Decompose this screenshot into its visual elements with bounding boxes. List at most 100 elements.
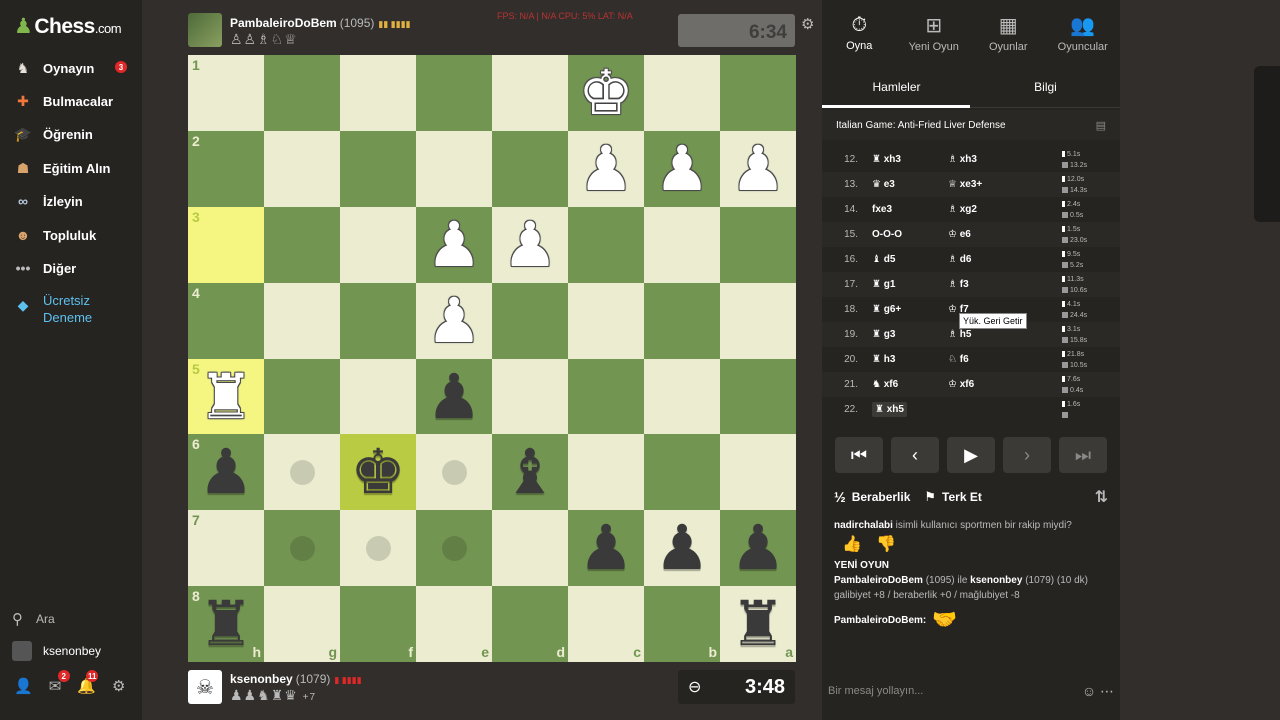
chess-board[interactable]: 1 ♚ 2 ♟ ♟ ♟ 3 ♟ ♟ 4 ♟ 5 ♜ ♟ 6 ♟ ♚ ♝ 7 ♟ ♟ ♟ 8 h ♜ g f e d c b a ♜ [188, 55, 796, 663]
board-square[interactable]: 6 ♟ [188, 434, 264, 511]
black-pawn-piece[interactable]: ♟ [730, 517, 786, 579]
board-square[interactable]: c [568, 586, 644, 663]
board-square[interactable] [340, 282, 416, 359]
chat-player-2[interactable]: ksenonbey [970, 575, 1022, 586]
chat-player-1[interactable]: PambaleiroDoBem [834, 575, 923, 586]
opening-name[interactable]: Italian Game: Anti-Fried Liver Defense [836, 120, 1006, 131]
chat-input[interactable]: Bir mesaj yollayın... ☺ ⋯ [822, 676, 1120, 706]
black-move[interactable]: ♗ f3 [948, 279, 1048, 290]
legal-move-dot[interactable] [289, 459, 315, 485]
board-square[interactable]: ♟ [568, 130, 644, 207]
white-move[interactable]: ♜ xh5 [864, 402, 948, 417]
board-square[interactable]: 8 h ♜ [188, 586, 264, 663]
emoji-and-more-icon[interactable]: ☺ ⋯ [1082, 683, 1114, 700]
board-square[interactable] [568, 282, 644, 359]
board-square[interactable]: ♟ [492, 206, 568, 283]
board-square[interactable] [492, 510, 568, 587]
tab-new-game[interactable]: ⊞ Yeni Oyun [897, 0, 972, 66]
black-move[interactable]: ♘ f6 [948, 354, 1048, 365]
board-square[interactable]: ♟ [720, 510, 796, 587]
opponent-avatar[interactable] [188, 13, 222, 47]
settings-icon[interactable]: ⚙ [112, 677, 125, 695]
white-move[interactable]: ♛ e3 [864, 179, 948, 190]
board-square[interactable]: 5 ♜ [188, 358, 264, 435]
black-bishop-piece[interactable]: ♝ [502, 441, 558, 503]
opponent-name[interactable]: PambaleiroDoBem [230, 16, 337, 30]
white-move[interactable]: ♜ xh3 [864, 154, 948, 165]
mail-icon[interactable]: ✉ 2 [49, 670, 70, 695]
tab-info[interactable]: Bilgi [971, 66, 1120, 107]
chess-logo[interactable]: ♟Chess.com [14, 14, 122, 39]
sidebar-item-more[interactable]: ••• Diğer [12, 257, 138, 279]
white-king-piece[interactable]: ♚ [578, 61, 634, 124]
board-square[interactable]: ♟ [720, 130, 796, 207]
white-pawn-piece[interactable]: ♟ [426, 289, 482, 352]
white-pawn-piece[interactable]: ♟ [730, 137, 786, 200]
board-square[interactable] [492, 358, 568, 435]
white-move[interactable]: ♝ d5 [864, 254, 948, 265]
board-square[interactable] [568, 434, 644, 511]
white-move[interactable]: fxe3 [864, 204, 948, 215]
sidebar-item-coach[interactable]: ☗ Eğitim Alın [12, 157, 138, 179]
board-square[interactable] [720, 55, 796, 131]
sidebar-search[interactable]: ⚲ Ara [12, 610, 55, 628]
tab-games[interactable]: ▦ Oyunlar [971, 0, 1046, 66]
friends-icon[interactable]: 👤 [14, 677, 33, 695]
white-move[interactable]: ♞ xf6 [864, 379, 948, 390]
board-square[interactable]: ♟ [644, 130, 720, 207]
draw-button[interactable]: Beraberlik [852, 490, 911, 504]
board-square[interactable] [264, 282, 340, 359]
black-move[interactable]: ♕ xe3+ [948, 179, 1048, 190]
player-avatar[interactable]: ☠ [188, 670, 222, 704]
thumbs-up-icon[interactable]: 👍 [842, 536, 862, 553]
sidebar-item-play[interactable]: ♞ Oynayın 3 [12, 57, 138, 79]
legal-move-dot[interactable] [289, 535, 315, 561]
flip-board-icon[interactable]: ⇅ [1095, 487, 1108, 507]
board-square[interactable] [340, 358, 416, 435]
white-pawn-piece[interactable]: ♟ [502, 213, 558, 276]
black-king-piece[interactable]: ♚ [350, 441, 406, 503]
board-square[interactable] [644, 55, 720, 131]
board-square[interactable] [416, 55, 492, 131]
black-move[interactable]: ♗ d6 [948, 254, 1048, 265]
board-square[interactable] [492, 282, 568, 359]
board-square[interactable]: 1 [188, 55, 264, 131]
board-square[interactable] [568, 358, 644, 435]
sidebar-item-free-trial[interactable]: ◆ Ücretsiz Deneme [12, 292, 138, 326]
board-square[interactable] [720, 206, 796, 283]
black-pawn-piece[interactable]: ♟ [578, 517, 634, 579]
board-square[interactable] [644, 358, 720, 435]
white-pawn-piece[interactable]: ♟ [578, 137, 634, 200]
sidebar-item-community[interactable]: ☻ Topluluk [12, 224, 138, 246]
board-square[interactable]: g [264, 586, 340, 663]
board-square[interactable] [416, 434, 492, 511]
black-pawn-piece[interactable]: ♟ [654, 517, 710, 579]
sidebar-item-puzzles[interactable]: ✚ Bulmacalar [12, 90, 138, 112]
board-square[interactable] [492, 55, 568, 131]
board-settings-icon[interactable]: ⚙ [801, 15, 814, 33]
previous-move-button[interactable]: ‹ [891, 437, 939, 473]
board-square[interactable]: ♟ [416, 282, 492, 359]
sidebar-item-learn[interactable]: 🎓 Öğrenin [12, 123, 138, 145]
black-rook-piece[interactable]: ♜ [730, 593, 786, 655]
board-square[interactable] [644, 206, 720, 283]
legal-move-dot[interactable] [441, 535, 467, 561]
player-name[interactable]: ksenonbey [230, 672, 293, 686]
black-move[interactable]: ♔ e6 [948, 229, 1048, 240]
black-move[interactable]: ♔ xf6 [948, 379, 1048, 390]
tab-moves[interactable]: Hamleler [822, 66, 971, 108]
board-square[interactable] [416, 510, 492, 587]
black-rook-piece[interactable]: ♜ [198, 593, 254, 655]
board-square[interactable] [720, 434, 796, 511]
white-move[interactable]: ♜ g6+ [864, 304, 948, 315]
chat-username[interactable]: nadirchalabi [834, 520, 893, 531]
black-move[interactable]: ♗ xg2 [948, 204, 1048, 215]
last-move-button[interactable]: ⏭ [1059, 437, 1107, 473]
black-pawn-piece[interactable]: ♟ [198, 441, 254, 503]
board-square[interactable] [264, 130, 340, 207]
black-pawn-piece[interactable]: ♟ [426, 365, 482, 428]
board-square[interactable]: ♚ [568, 55, 644, 131]
board-square[interactable]: ♟ [568, 510, 644, 587]
play-moves-button[interactable]: ▶ [947, 437, 995, 473]
board-square[interactable] [264, 434, 340, 511]
